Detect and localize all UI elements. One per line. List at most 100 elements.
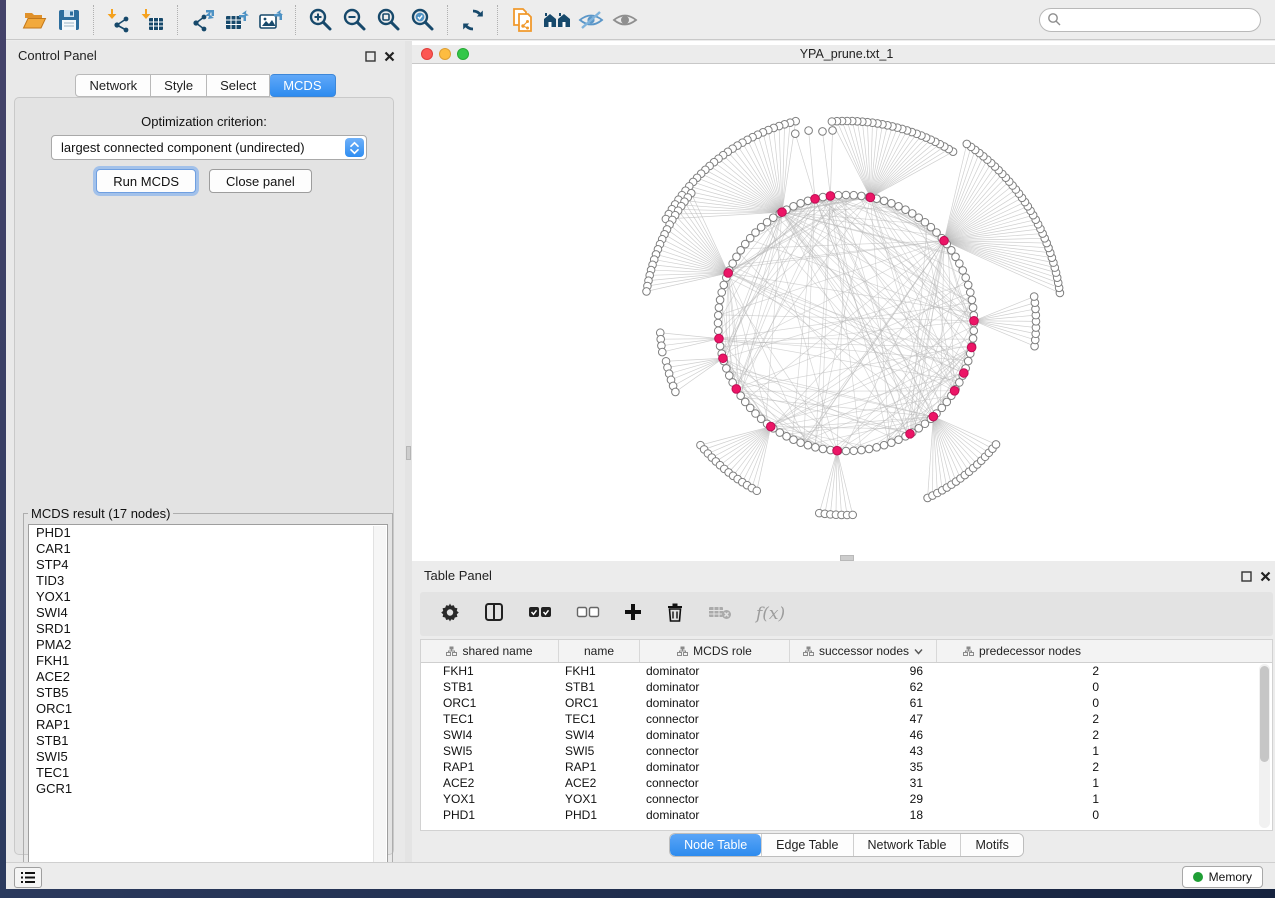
close-panel-icon[interactable] [384, 49, 395, 67]
tab-select[interactable]: Select [207, 74, 270, 97]
column-header-predecessor-nodes[interactable]: predecessor nodes [937, 640, 1107, 662]
float-panel-icon[interactable] [1241, 569, 1252, 587]
mcds-result-item[interactable]: ORC1 [29, 701, 387, 717]
network-title: YPA_prune.txt_1 [412, 47, 1275, 61]
unselect-all-columns-icon[interactable] [576, 605, 600, 624]
mcds-result-item[interactable]: SRD1 [29, 621, 387, 637]
table-cell: SWI4 [421, 727, 559, 743]
mcds-result-item[interactable]: FKH1 [29, 653, 387, 669]
export-image-icon[interactable] [254, 5, 288, 35]
table-settings-gear-icon[interactable] [440, 602, 460, 627]
mcds-result-item[interactable]: TID3 [29, 573, 387, 589]
table-scrollbar-thumb[interactable] [1260, 666, 1269, 762]
mcds-result-item[interactable]: STP4 [29, 557, 387, 573]
table-cell: 2 [937, 759, 1107, 775]
network-graph[interactable] [412, 64, 1275, 561]
table-cell: 1 [937, 775, 1107, 791]
table-cell: TEC1 [559, 711, 640, 727]
clone-network-icon[interactable] [506, 5, 540, 35]
panel-splitter[interactable] [405, 41, 412, 862]
import-table-icon[interactable] [136, 5, 170, 35]
column-header-name[interactable]: name [559, 640, 640, 662]
show-all-icon[interactable] [608, 5, 642, 35]
bottom-tab-node-table[interactable]: Node Table [670, 834, 761, 856]
mcds-result-item[interactable]: STB1 [29, 733, 387, 749]
tab-network[interactable]: Network [75, 74, 151, 97]
table-row[interactable]: PHD1PHD1dominator180 [421, 807, 1272, 823]
tab-style[interactable]: Style [151, 74, 207, 97]
mcds-result-item[interactable]: TEC1 [29, 765, 387, 781]
mcds-result-item[interactable]: PHD1 [29, 525, 387, 541]
select-all-columns-icon[interactable] [528, 605, 552, 624]
mcds-result-item[interactable]: PMA2 [29, 637, 387, 653]
table-cell: 0 [937, 695, 1107, 711]
create-column-icon[interactable] [624, 603, 642, 626]
table-row[interactable]: ORC1ORC1dominator610 [421, 695, 1272, 711]
node-table: shared name name MCDS role successor nod… [420, 639, 1273, 831]
close-panel-button[interactable]: Close panel [209, 169, 312, 193]
export-network-icon[interactable] [186, 5, 220, 35]
mcds-result-fieldset: MCDS result (17 nodes) PHD1CAR1STP4TID3Y… [23, 506, 393, 872]
table-cell: 96 [790, 663, 937, 679]
mcds-result-item[interactable]: CAR1 [29, 541, 387, 557]
criterion-dropdown[interactable]: largest connected component (undirected) [51, 135, 367, 160]
mcds-result-item[interactable]: STB5 [29, 685, 387, 701]
bottom-tab-motifs[interactable]: Motifs [960, 834, 1022, 856]
table-row[interactable]: TEC1TEC1connector472 [421, 711, 1272, 727]
table-bottom-tabs: Node TableEdge TableNetwork TableMotifs [412, 833, 1275, 857]
zoom-fit-icon[interactable] [372, 5, 406, 35]
search-input[interactable] [1039, 8, 1261, 32]
close-panel-icon[interactable] [1260, 569, 1271, 587]
table-cell: SWI4 [559, 727, 640, 743]
table-row[interactable]: SWI4SWI4dominator462 [421, 727, 1272, 743]
import-network-icon[interactable] [102, 5, 136, 35]
memory-button[interactable]: Memory [1182, 866, 1263, 888]
mcds-result-item[interactable]: ACE2 [29, 669, 387, 685]
table-row[interactable]: SWI5SWI5connector431 [421, 743, 1272, 759]
mcds-result-item[interactable]: SWI4 [29, 605, 387, 621]
optimization-criterion-label: Optimization criterion: [15, 114, 393, 129]
mcds-result-list[interactable]: PHD1CAR1STP4TID3YOX1SWI4SRD1PMA2FKH1ACE2… [28, 524, 388, 876]
search-field-wrap [1039, 8, 1261, 32]
save-session-icon[interactable] [52, 5, 86, 35]
first-neighbors-icon[interactable] [540, 5, 574, 35]
splitter-handle[interactable] [406, 446, 411, 460]
table-scrollbar[interactable] [1259, 664, 1270, 828]
table-row[interactable]: ACE2ACE2connector311 [421, 775, 1272, 791]
zoom-out-icon[interactable] [338, 5, 372, 35]
task-history-button[interactable] [14, 867, 42, 888]
export-table-icon[interactable] [220, 5, 254, 35]
mcds-result-item[interactable]: YOX1 [29, 589, 387, 605]
mcds-result-item[interactable]: GCR1 [29, 781, 387, 797]
table-row[interactable]: RAP1RAP1dominator352 [421, 759, 1272, 775]
control-panel-title: Control Panel [18, 48, 97, 63]
toolbar-separator [447, 5, 449, 35]
float-panel-icon[interactable] [365, 49, 376, 67]
delete-column-icon[interactable] [666, 602, 684, 627]
column-header-mcds-role[interactable]: MCDS role [640, 640, 790, 662]
refresh-layout-icon[interactable] [456, 5, 490, 35]
table-row[interactable]: STB1STB1dominator620 [421, 679, 1272, 695]
column-header-shared-name[interactable]: shared name [421, 640, 559, 662]
table-cell: dominator [640, 695, 790, 711]
network-titlebar[interactable]: YPA_prune.txt_1 [412, 45, 1275, 64]
run-mcds-button[interactable]: Run MCDS [96, 169, 196, 193]
mcds-list-scrollbar[interactable] [373, 526, 386, 874]
tab-mcds[interactable]: MCDS [270, 74, 335, 97]
mcds-result-item[interactable]: SWI5 [29, 749, 387, 765]
zoom-in-icon[interactable] [304, 5, 338, 35]
network-canvas[interactable] [412, 64, 1275, 561]
table-row[interactable]: YOX1YOX1connector291 [421, 791, 1272, 807]
bottom-tab-network-table[interactable]: Network Table [853, 834, 961, 856]
table-panel: Table Panel f(x) [412, 561, 1275, 862]
zoom-selected-icon[interactable] [406, 5, 440, 35]
column-header-successor-nodes[interactable]: successor nodes [790, 640, 937, 662]
open-session-icon[interactable] [18, 5, 52, 35]
mcds-result-item[interactable]: RAP1 [29, 717, 387, 733]
table-row[interactable]: FKH1FKH1dominator962 [421, 663, 1272, 679]
bottom-tab-edge-table[interactable]: Edge Table [761, 834, 852, 856]
table-cell: 1 [937, 791, 1107, 807]
show-column-panel-icon[interactable] [484, 602, 504, 627]
hide-selected-icon[interactable] [574, 5, 608, 35]
table-cell: 47 [790, 711, 937, 727]
